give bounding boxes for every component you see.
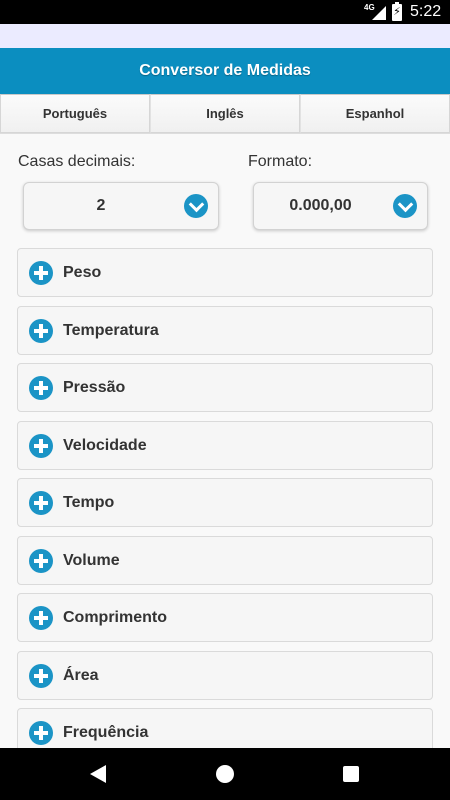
tab-ingles[interactable]: Inglês xyxy=(150,94,300,133)
plus-circle-icon xyxy=(29,548,53,573)
plus-circle-icon xyxy=(29,663,53,688)
tab-espanhol[interactable]: Espanhol xyxy=(300,94,450,133)
category-label: Temperatura xyxy=(63,321,159,339)
category-label: Tempo xyxy=(63,494,115,511)
status-bar: 4G ⚡ 5:22 xyxy=(0,0,450,24)
category-label: Velocidade xyxy=(63,436,147,454)
category-label: Peso xyxy=(63,264,102,281)
category-list: Peso Temperatura Pressão Velocidade Temp… xyxy=(17,248,433,766)
plus-circle-icon xyxy=(29,606,53,630)
plus-circle-icon xyxy=(29,376,53,400)
clock: 5:22 xyxy=(410,3,442,20)
category-label: Volume xyxy=(63,551,120,569)
format-select[interactable]: 0.000,00 xyxy=(253,182,428,230)
plus-circle-icon xyxy=(29,318,53,343)
category-area[interactable]: Área xyxy=(17,650,433,700)
signal-icon xyxy=(372,6,386,20)
battery-icon: ⚡ xyxy=(392,2,402,21)
plus-circle-icon xyxy=(29,721,53,745)
category-peso[interactable]: Peso xyxy=(17,248,433,297)
page-title: Conversor de Medidas xyxy=(139,62,311,79)
category-comprimento[interactable]: Comprimento xyxy=(17,593,433,642)
chevron-down-icon xyxy=(393,194,417,218)
category-pressao[interactable]: Pressão xyxy=(17,363,433,412)
chevron-down-icon xyxy=(184,194,208,218)
format-label: Formato: xyxy=(248,153,313,170)
tab-portugues[interactable]: Português xyxy=(0,94,150,133)
app-header: Conversor de Medidas xyxy=(0,48,450,94)
format-value: 0.000,00 xyxy=(289,197,352,214)
category-tempo[interactable]: Tempo xyxy=(17,478,433,527)
category-velocidade[interactable]: Velocidade xyxy=(17,420,433,470)
category-label: Comprimento xyxy=(63,609,167,626)
category-volume[interactable]: Volume xyxy=(17,535,433,585)
category-label: Pressão xyxy=(63,379,126,396)
decimals-select[interactable]: 2 xyxy=(23,182,219,230)
home-icon[interactable] xyxy=(216,765,234,783)
plus-circle-icon xyxy=(29,491,53,515)
back-icon[interactable] xyxy=(90,765,106,783)
decimals-label: Casas decimais: xyxy=(18,153,136,170)
charging-glyph: ⚡ xyxy=(393,6,401,18)
language-tabs: Português Inglês Espanhol xyxy=(0,94,450,134)
top-spacer xyxy=(0,24,450,48)
nav-bar xyxy=(0,748,450,800)
decimals-value: 2 xyxy=(96,197,106,214)
category-label: Área xyxy=(63,666,99,684)
plus-circle-icon xyxy=(29,433,53,458)
category-temperatura[interactable]: Temperatura xyxy=(17,305,433,355)
recents-icon[interactable] xyxy=(343,766,359,782)
plus-circle-icon xyxy=(29,261,53,285)
